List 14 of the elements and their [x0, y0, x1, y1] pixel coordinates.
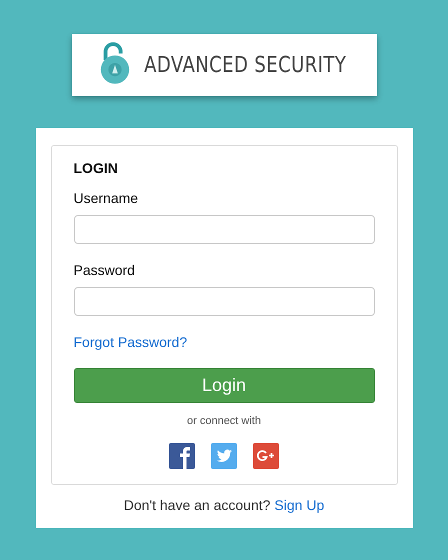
connect-caption: or connect with [186, 415, 262, 427]
google-plus-icon[interactable] [253, 443, 279, 469]
facebook-icon[interactable] [169, 443, 195, 469]
signup-prompt: Don't have an account? [124, 497, 270, 513]
sign-up-link[interactable]: Sign Up [274, 497, 324, 513]
field-label: Password [74, 262, 136, 278]
input-field[interactable] [74, 215, 374, 244]
field-label: Username [74, 190, 140, 206]
login-heading: LOGIN [74, 160, 119, 176]
input-field[interactable] [74, 287, 374, 316]
bird-icon[interactable] [211, 443, 237, 469]
login-button[interactable]: Login [74, 368, 374, 403]
brand-title: ADVANCED SECURITY [144, 52, 346, 78]
forgot-password-link[interactable]: Forgot Password? [74, 334, 188, 350]
